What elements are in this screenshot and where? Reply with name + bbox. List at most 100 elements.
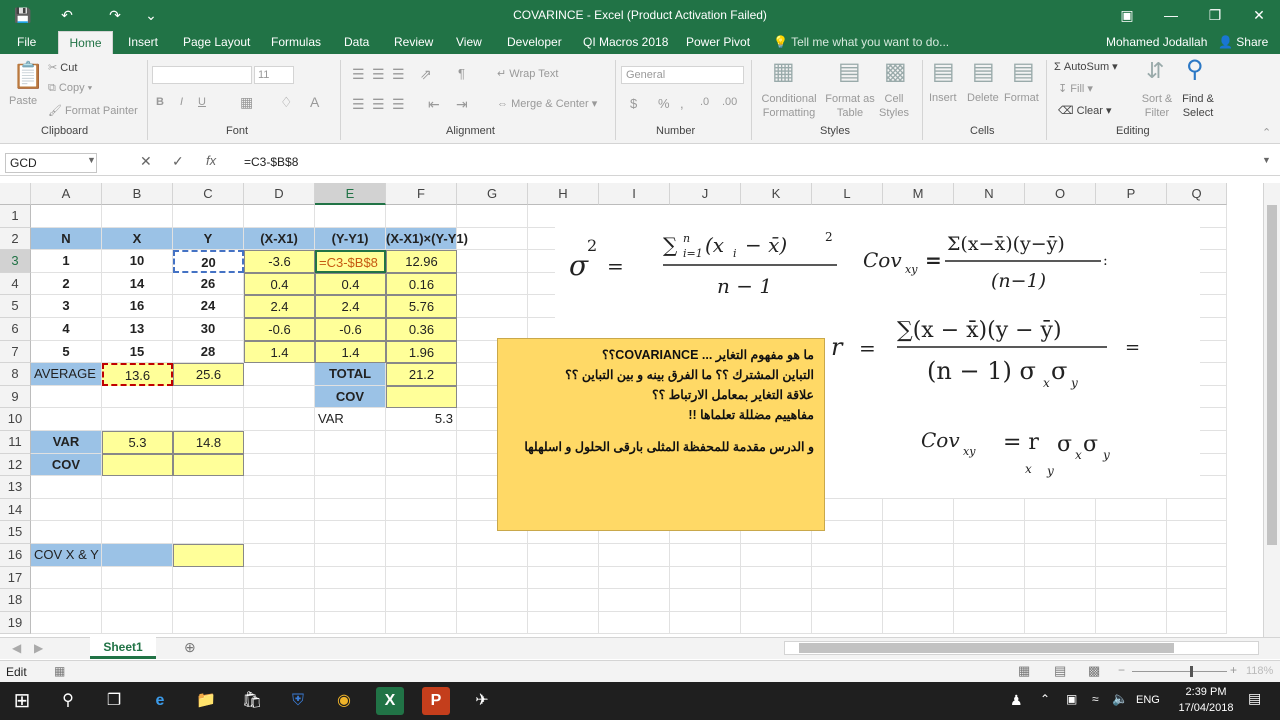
cell-i16[interactable] [599,544,670,567]
cell-c4[interactable]: 26 [173,272,244,296]
cell-e11[interactable] [315,431,386,454]
collapse-ribbon-icon[interactable]: ⌃ [1262,126,1271,139]
cell-e6[interactable]: -0.6 [315,318,386,341]
copy-button[interactable]: ⧉ Copy ▾ [48,82,92,95]
clock-date[interactable]: 17/04/2018 [1170,702,1242,714]
autosum-button[interactable]: Σ AutoSum ▾ [1054,60,1118,73]
cell-l18[interactable] [812,589,883,612]
row-header[interactable]: 5 [0,295,31,318]
tab-view[interactable]: View [456,35,482,49]
cell-e3[interactable]: =C3-$B$8 [315,250,386,273]
shield-icon[interactable]: ⛨ [284,687,312,715]
cell-e18[interactable] [315,589,386,612]
search-icon[interactable]: ⚲ [54,687,82,715]
cell-c1[interactable] [173,205,244,228]
cell-o14[interactable] [1025,498,1096,522]
column-header[interactable]: C [173,183,244,205]
column-header[interactable]: O [1025,183,1096,205]
cell-a2[interactable]: N [31,227,102,251]
horizontal-scroll-thumb[interactable] [799,643,1174,653]
row-header[interactable]: 15 [0,521,31,544]
normal-view-icon[interactable]: ▦ [1018,663,1030,679]
cell-f8[interactable]: 21.2 [386,363,457,386]
cell-b19[interactable] [102,611,173,635]
cell-a1[interactable] [31,205,102,228]
format-cells-icon[interactable]: ▤ [1012,60,1035,84]
cell-o18[interactable] [1025,589,1096,612]
chrome-icon[interactable]: ◉ [330,687,358,715]
column-header[interactable]: N [954,183,1025,205]
tab-data[interactable]: Data [344,35,369,49]
cell-b16[interactable] [102,544,173,567]
row-header[interactable]: 12 [0,453,31,477]
tab-power-pivot[interactable]: Power Pivot [686,35,750,49]
number-format-dropdown[interactable]: General [621,66,744,84]
font-color-icon[interactable]: A [310,94,319,110]
align-bottom-icon[interactable]: ☰ [392,66,405,83]
cell-d6[interactable]: -0.6 [244,318,315,341]
cell-a17[interactable] [31,566,102,590]
cell-f9[interactable] [386,385,457,409]
zoom-slider-thumb[interactable] [1190,666,1193,677]
column-header[interactable]: I [599,183,670,205]
cell-e4[interactable]: 0.4 [315,272,386,296]
cell-k16[interactable] [741,544,812,567]
cell-a4[interactable]: 2 [31,272,102,296]
cell-b15[interactable] [102,521,173,544]
column-header[interactable]: D [244,183,315,205]
cell-m17[interactable] [883,566,954,590]
cell-c18[interactable] [173,589,244,612]
cell-f18[interactable] [386,589,457,612]
align-top-icon[interactable]: ☰ [352,66,365,83]
cell-e7[interactable]: 1.4 [315,340,386,364]
cell-b14[interactable] [102,498,173,522]
tab-qi-macros[interactable]: QI Macros 2018 [583,35,668,49]
paste-button[interactable]: Paste [9,95,37,107]
row-header[interactable]: 2 [0,227,31,251]
cell-n19[interactable] [954,611,1025,635]
cell-c17[interactable] [173,566,244,590]
cell-d5[interactable]: 2.4 [244,295,315,318]
row-header[interactable]: 8 [0,363,31,386]
cell-k17[interactable] [741,566,812,590]
enter-icon[interactable]: ✓ [172,153,184,170]
cell-m14[interactable] [883,498,954,522]
cell-f16[interactable] [386,544,457,567]
zoom-out-icon[interactable]: − [1118,663,1125,677]
cell-b5[interactable]: 16 [102,295,173,318]
cell-e15[interactable] [315,521,386,544]
cell-e9[interactable]: COV [315,385,386,409]
ribbon-options-icon[interactable]: ▣ [1116,4,1138,26]
cell-d13[interactable] [244,476,315,499]
restore-icon[interactable]: ❐ [1204,4,1226,26]
cell-a6[interactable]: 4 [31,318,102,341]
cell-f5[interactable]: 5.76 [386,295,457,318]
cell-q18[interactable] [1167,589,1227,612]
tab-formulas[interactable]: Formulas [271,35,321,49]
macro-record-icon[interactable]: ▦ [54,664,65,678]
row-header[interactable]: 7 [0,340,31,364]
row-header[interactable]: 6 [0,318,31,341]
cell-a5[interactable]: 3 [31,295,102,318]
column-header[interactable]: B [102,183,173,205]
cell-c10[interactable] [173,408,244,431]
cell-p16[interactable] [1096,544,1167,567]
align-center-icon[interactable]: ☰ [372,96,385,113]
name-box-dropdown-icon[interactable]: ▼ [87,155,96,165]
volume-icon[interactable]: 🔈 [1112,691,1128,707]
cell-l16[interactable] [812,544,883,567]
minimize-icon[interactable]: — [1160,4,1182,26]
cell-b10[interactable] [102,408,173,431]
decrease-decimal-icon[interactable]: .00 [722,96,737,108]
task-view-icon[interactable]: ❐ [100,687,128,715]
cell-a13[interactable] [31,476,102,499]
cell-q14[interactable] [1167,498,1227,522]
cell-c8[interactable]: 25.6 [173,363,244,386]
cell-d2[interactable]: (X-X1) [244,227,315,251]
name-box[interactable]: GCD [5,153,97,173]
cell-m16[interactable] [883,544,954,567]
sort-filter-button[interactable]: Sort & Filter [1138,92,1176,120]
file-explorer-icon[interactable]: 📁 [192,687,220,715]
cell-p19[interactable] [1096,611,1167,635]
cell-q19[interactable] [1167,611,1227,635]
